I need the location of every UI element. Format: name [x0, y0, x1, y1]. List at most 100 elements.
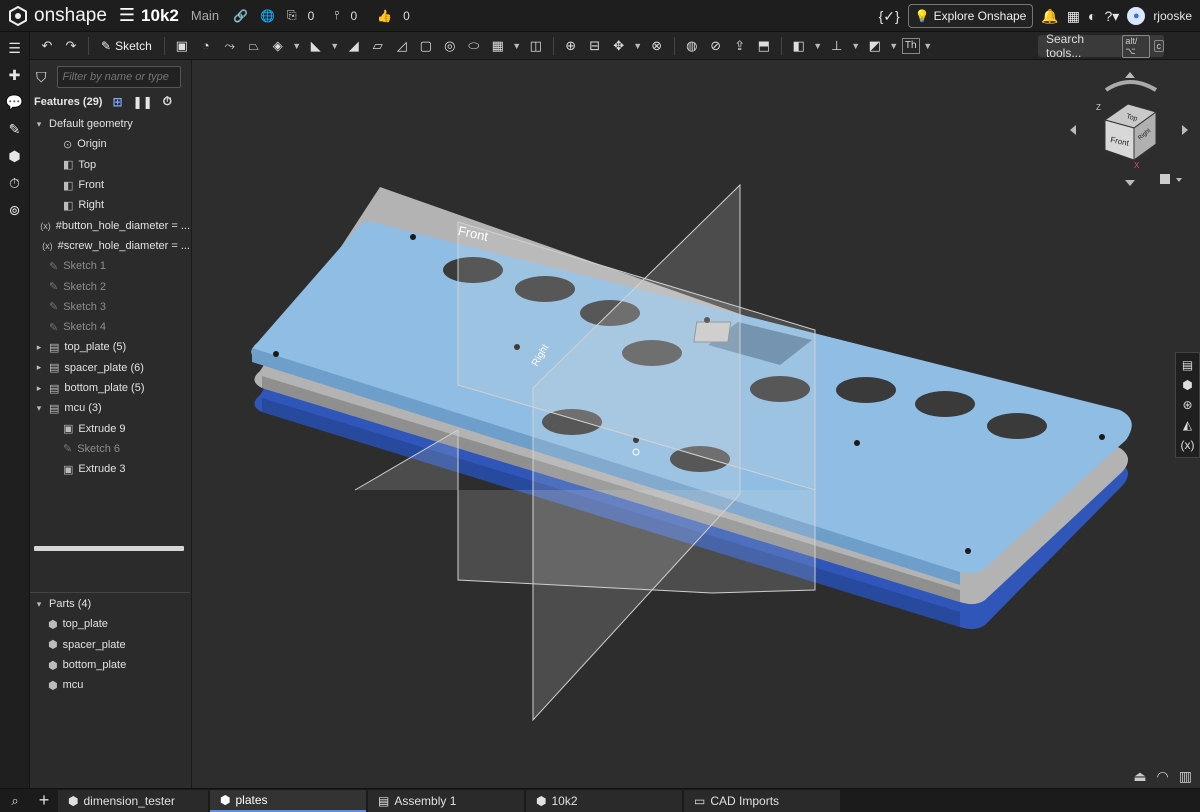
redo-icon[interactable]: ↷ — [60, 35, 82, 57]
transform-icon[interactable]: ✥ — [608, 35, 630, 57]
rollback-bar[interactable] — [34, 546, 184, 551]
layers-icon[interactable]: ◭ — [1183, 418, 1192, 432]
feature-item[interactable]: (x) #button_hole_diameter = ... — [30, 215, 190, 235]
sweep-icon[interactable]: ⤳ — [219, 35, 241, 57]
chevron-down-icon[interactable]: ▼ — [291, 35, 303, 57]
tab-10k2[interactable]: ⬢ 10k2 — [526, 789, 682, 812]
revolve-icon[interactable]: ◔ — [195, 35, 217, 57]
explore-onshape-button[interactable]: 💡 Explore Onshape — [907, 4, 1034, 28]
chamfer-icon[interactable]: ◢ — [343, 35, 365, 57]
feature-item[interactable]: ✎ Sketch 1 — [30, 256, 190, 276]
chevron-down-icon[interactable]: ▼ — [888, 35, 900, 57]
add-custom-feature-icon[interactable]: ✚ — [9, 65, 21, 85]
variable-table-icon[interactable]: (x) — [1181, 438, 1195, 452]
tab-plates[interactable]: ⬢ plates — [210, 789, 366, 812]
onshape-logo[interactable]: onshape — [0, 5, 107, 27]
part-item[interactable]: ⬢ spacer_plate — [30, 635, 190, 655]
chevron-down-icon[interactable]: ▼ — [329, 35, 341, 57]
mate-icon[interactable]: ⊛ — [1182, 398, 1192, 412]
branches-button[interactable]: ⫯ 0 — [334, 8, 365, 23]
menu-icon[interactable]: ☰ — [119, 5, 135, 26]
feature-item[interactable]: ▾ ▤ mcu (3) — [30, 398, 190, 418]
caret-right-icon[interactable]: ▸ — [34, 362, 44, 373]
model-view[interactable] — [192, 60, 1200, 788]
undo-icon[interactable]: ↶ — [36, 35, 58, 57]
feature-item[interactable]: ⊙ Origin — [30, 134, 190, 154]
view-cube[interactable]: Top Front Right Z X — [1068, 68, 1194, 194]
text-tool-icon[interactable]: Th — [901, 37, 920, 54]
feature-item[interactable]: ✎ Sketch 6 — [30, 439, 190, 459]
feature-item[interactable]: ▸ ▤ spacer_plate (6) — [30, 358, 190, 378]
sheet-metal-icon[interactable]: ◩ — [864, 35, 886, 57]
feature-item[interactable]: ✎ Sketch 3 — [30, 297, 190, 317]
arrow-up-icon[interactable] — [1125, 72, 1135, 78]
timer-icon[interactable]: ⏱ — [163, 94, 172, 109]
named-views-icon[interactable]: ◠ — [1157, 768, 1169, 785]
part-item[interactable]: ⬢ bottom_plate — [30, 655, 190, 675]
rotate-arrow-icon[interactable] — [1104, 80, 1158, 92]
help-icon[interactable]: ?▾ — [1104, 8, 1119, 25]
parts-header[interactable]: ▾ Parts (4) — [30, 594, 190, 614]
like-button[interactable]: 👍 0 — [377, 9, 418, 23]
feature-item[interactable]: ▸ ▤ bottom_plate (5) — [30, 378, 190, 398]
chevron-down-icon[interactable]: ▼ — [632, 35, 644, 57]
parts-icon[interactable]: ⬢ — [1182, 378, 1192, 392]
user-name[interactable]: rjooske — [1153, 9, 1192, 23]
mate-connector-icon[interactable]: ⊥ — [826, 35, 848, 57]
caret-right-icon[interactable]: ▸ — [34, 342, 44, 353]
thicken-icon[interactable]: ◈ — [267, 35, 289, 57]
replace-face-icon[interactable]: ⬒ — [753, 35, 775, 57]
feature-item[interactable]: ✎ Sketch 4 — [30, 317, 190, 337]
part-item[interactable]: ⬢ top_plate — [30, 614, 190, 634]
tab-assembly-1[interactable]: ▤ Assembly 1 — [368, 789, 524, 812]
feature-item[interactable]: ▣ Extrude 9 — [30, 418, 190, 438]
branch-name[interactable]: Main — [191, 8, 219, 23]
link-icon[interactable]: 🔗 — [233, 9, 248, 23]
feature-item[interactable]: ◧ Top — [30, 155, 190, 175]
chevron-down-icon[interactable] — [1176, 178, 1182, 182]
pause-icon[interactable]: ❚❚ — [133, 95, 153, 109]
feature-item[interactable]: ◧ Right — [30, 195, 190, 215]
avatar[interactable]: ● — [1127, 7, 1146, 25]
apps-grid-icon[interactable]: ▦ — [1067, 8, 1080, 25]
loft-icon[interactable]: ⏢ — [243, 35, 265, 57]
chevron-down-icon[interactable]: ▼ — [511, 35, 523, 57]
feature-item[interactable]: ◧ Front — [30, 175, 190, 195]
feature-list-icon[interactable]: ☰ — [8, 38, 21, 58]
fillet-icon[interactable]: ◣ — [305, 35, 327, 57]
section-view-icon[interactable]: ⏏ — [1133, 768, 1146, 785]
appearance-icon[interactable]: ▤ — [1182, 358, 1193, 372]
versions-button[interactable]: ⎘ 0 — [287, 8, 322, 23]
plane-icon[interactable]: ◧ — [788, 35, 810, 57]
move-face-icon[interactable]: ⇪ — [729, 35, 751, 57]
feature-item[interactable]: ▸ ▤ top_plate (5) — [30, 337, 190, 357]
caret-down-icon[interactable]: ▾ — [34, 403, 44, 414]
part-item[interactable]: ⬢ mcu — [30, 675, 190, 695]
delete-part-icon[interactable]: ⊗ — [646, 35, 668, 57]
arrow-left-icon[interactable] — [1070, 125, 1076, 135]
caret-right-icon[interactable]: ▸ — [34, 383, 44, 394]
arrow-right-icon[interactable] — [1182, 125, 1188, 135]
caret-down-icon[interactable]: ▾ — [34, 119, 44, 130]
tab-cad-imports[interactable]: ▭ CAD Imports — [684, 789, 840, 812]
measure-icon[interactable]: ⏱ — [9, 173, 20, 193]
folder-add-icon[interactable]: ⊞ — [112, 95, 122, 109]
view-options-icon[interactable] — [1160, 174, 1170, 184]
featurescript-icon[interactable]: {✓} — [879, 8, 900, 25]
feature-item[interactable]: ▣ Extrude 3 — [30, 459, 190, 479]
draft-icon[interactable]: ▱ — [367, 35, 389, 57]
document-name[interactable]: 10k2 — [141, 6, 179, 26]
comments-icon[interactable]: 💬 — [6, 92, 23, 112]
bell-icon[interactable]: 🔔 — [1041, 8, 1058, 25]
shell-icon[interactable]: ▢ — [415, 35, 437, 57]
mirror-icon[interactable]: ◫ — [525, 35, 547, 57]
graphics-viewport[interactable]: Front Right — [192, 60, 1200, 788]
add-tab-button[interactable]: + — [30, 789, 58, 812]
feature-item[interactable]: ▾ Default geometry — [30, 114, 190, 134]
delete-face-icon[interactable]: ⊘ — [705, 35, 727, 57]
search-tools-input[interactable]: Search tools... alt/⌥ c — [1038, 32, 1164, 60]
extrude-icon[interactable]: ▣ — [171, 35, 193, 57]
split-icon[interactable]: ⊟ — [584, 35, 606, 57]
configurations-icon[interactable]: ⬢ — [8, 146, 20, 166]
sketch-button[interactable]: ✎ Sketch — [95, 35, 158, 57]
